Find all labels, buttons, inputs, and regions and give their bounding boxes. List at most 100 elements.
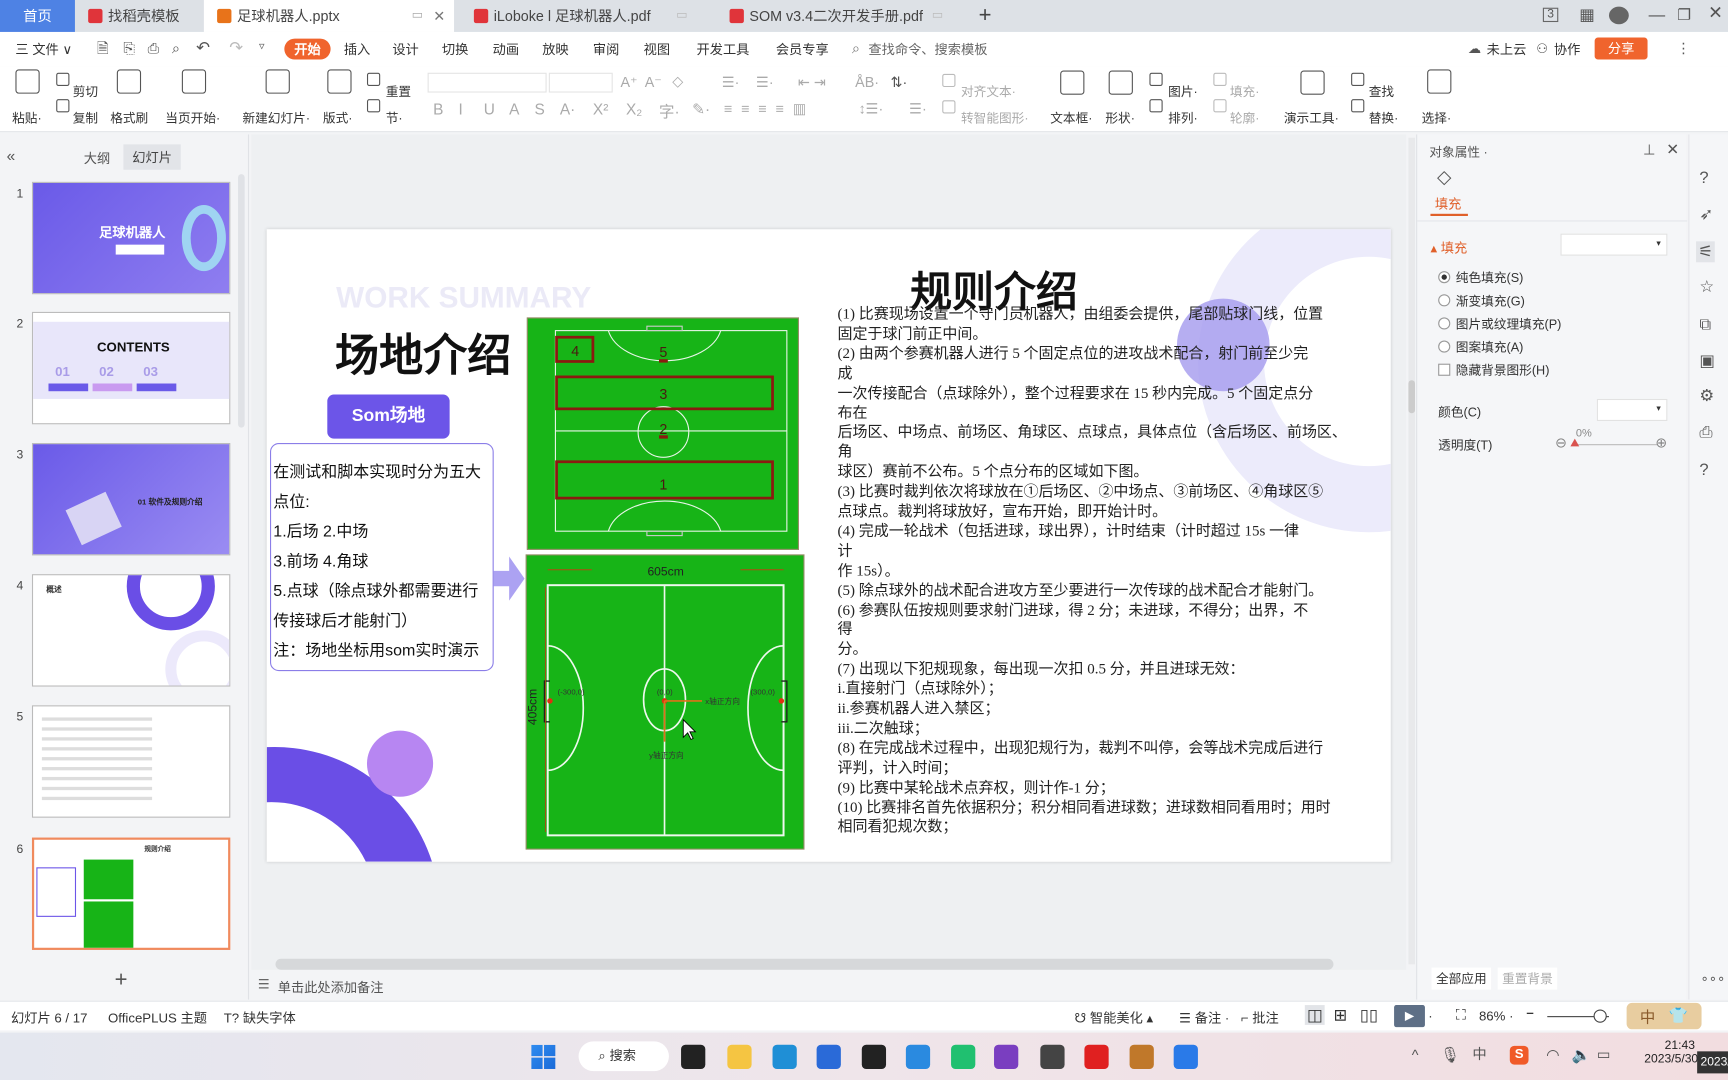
- more-icon[interactable]: ⋮: [1676, 41, 1690, 55]
- grid-icon[interactable]: ▦: [1579, 7, 1595, 24]
- pin-tab-icon[interactable]: ▭: [932, 0, 943, 32]
- help-icon[interactable]: ?: [1699, 170, 1708, 187]
- font-shrink-icon[interactable]: A⁻: [645, 75, 662, 89]
- font-size-select[interactable]: [548, 72, 613, 93]
- window-tab[interactable]: 首页: [0, 0, 75, 32]
- wifi-icon[interactable]: ◠: [1546, 1047, 1559, 1062]
- window-tab[interactable]: iLoboke l 足球机器人.pdf ▭: [461, 0, 717, 32]
- normal-view-icon[interactable]: ◫: [1304, 1005, 1325, 1025]
- store-icon[interactable]: [816, 1044, 841, 1069]
- undo-icon[interactable]: ↶: [196, 40, 210, 57]
- ribbon-button[interactable]: 图片·: [1168, 83, 1198, 101]
- align-icons[interactable]: ≡≡≡≡▥: [724, 101, 815, 115]
- bullets-icon[interactable]: ☰·: [722, 75, 740, 89]
- sublime-icon[interactable]: [1040, 1044, 1065, 1069]
- ribbon-button[interactable]: 转智能图形·: [961, 109, 1029, 127]
- zones-textbox[interactable]: 在测试和脚本实现时分为五大 点位: 1.后场 2.中场 3.前场 4.角球 5.点球（除…: [269, 443, 494, 672]
- apply-all-button[interactable]: 全部应用: [1431, 967, 1492, 990]
- menu-tab[interactable]: 视图: [644, 40, 670, 59]
- ribbon-button[interactable]: 选择·: [1422, 109, 1452, 127]
- properties-icon[interactable]: ⚟: [1696, 241, 1716, 263]
- volume-icon[interactable]: 🔈: [1572, 1047, 1591, 1062]
- horizontal-scrollbar[interactable]: [275, 958, 1334, 970]
- start-button[interactable]: [531, 1044, 556, 1069]
- more-options-icon[interactable]: ∘∘∘: [1700, 972, 1725, 985]
- rocket-icon[interactable]: ➶: [1699, 206, 1713, 223]
- customize-icon[interactable]: ▿: [259, 41, 265, 53]
- line-spacing-icon[interactable]: ↕☰·: [858, 101, 883, 115]
- zoom-out-button[interactable]: –: [1526, 1005, 1533, 1020]
- sogou-icon[interactable]: S: [1509, 1045, 1529, 1065]
- transparency-slider-thumb[interactable]: [1570, 438, 1580, 447]
- reading-view-icon[interactable]: ▯▯: [1360, 1005, 1378, 1025]
- microphone-icon[interactable]: 🎙: [1440, 1047, 1460, 1062]
- slide-thumbnail[interactable]: [31, 705, 231, 818]
- fill-preset-dropdown[interactable]: ▾: [1560, 233, 1668, 256]
- window-tab[interactable]: 足球机器人.pptx ▭ ✕: [203, 0, 455, 32]
- app-m-icon[interactable]: [1173, 1044, 1198, 1069]
- close-window-icon[interactable]: ✕: [1708, 5, 1723, 24]
- reset-background-button[interactable]: 重置背景: [1497, 967, 1558, 990]
- font-format-button[interactable]: I: [458, 100, 462, 118]
- numbering-icon[interactable]: ☰·: [756, 75, 774, 89]
- ribbon-button[interactable]: 查找: [1369, 83, 1394, 101]
- tab-fill[interactable]: 填充: [1435, 194, 1461, 213]
- thumbnail-scrollbar[interactable]: [238, 174, 245, 428]
- notes-toggle[interactable]: ☰ 备注 ·: [1179, 1008, 1229, 1027]
- properties-header[interactable]: 对象属性 ·: [1429, 143, 1487, 161]
- menu-tab[interactable]: 插入: [344, 40, 370, 59]
- avatar[interactable]: [1608, 6, 1629, 25]
- transition-icon[interactable]: ⧉: [1699, 316, 1711, 333]
- menu-tab[interactable]: 放映: [542, 40, 568, 59]
- ribbon-button[interactable]: 重置: [386, 83, 411, 101]
- star-icon[interactable]: ☆: [1699, 279, 1714, 296]
- preview-icon[interactable]: ⌕: [172, 41, 180, 55]
- slide-thumbnail[interactable]: CONTENTS 01 02 03: [31, 311, 231, 425]
- ribbon-button[interactable]: 填充·: [1230, 83, 1260, 101]
- som-field-button[interactable]: Som场地: [327, 394, 450, 439]
- ribbon-button[interactable]: 演示工具·: [1284, 109, 1339, 127]
- fill-option-radio[interactable]: 图案填充(A): [1438, 338, 1523, 356]
- visual-studio-icon[interactable]: [994, 1044, 1019, 1069]
- lightbulb-icon[interactable]: ⚙: [1699, 388, 1714, 405]
- slide[interactable]: WORK SUMMARY 场地介绍 Som场地 在测试和脚本实现时分为五大 点位:…: [266, 229, 1391, 862]
- zoom-slider-thumb[interactable]: [1593, 1009, 1607, 1023]
- ribbon-button[interactable]: 轮廓·: [1230, 109, 1260, 127]
- fill-option-radio[interactable]: 图片或纹理填充(P): [1438, 315, 1561, 333]
- sort-icon[interactable]: ⇅·: [890, 75, 907, 89]
- transparency-slider[interactable]: [1574, 444, 1658, 446]
- pin-tab-icon[interactable]: ▭: [412, 0, 423, 32]
- beautify-button[interactable]: ☋ 智能美化 ▴: [1074, 1008, 1153, 1027]
- ribbon-button[interactable]: 剪切: [73, 83, 98, 101]
- file-explorer-icon[interactable]: [727, 1044, 752, 1069]
- close-panel-icon[interactable]: ✕: [1666, 141, 1679, 156]
- battery-icon[interactable]: ▭: [1597, 1047, 1611, 1061]
- increase-transparency-button[interactable]: ⊕: [1655, 435, 1667, 449]
- ribbon-button[interactable]: 对齐文本·: [961, 83, 1016, 101]
- play-slideshow-button[interactable]: ▶: [1394, 1005, 1425, 1028]
- ribbon-button[interactable]: 节·: [386, 109, 403, 127]
- tray-overflow-icon[interactable]: ^: [1412, 1048, 1419, 1062]
- font-format-button[interactable]: X₂: [626, 100, 642, 118]
- menu-tab[interactable]: 开发工具: [696, 40, 749, 59]
- ribbon-button[interactable]: 排列·: [1168, 109, 1198, 127]
- file-menu[interactable]: 三 文件 ∨: [15, 40, 72, 59]
- collab-button[interactable]: 协作: [1554, 40, 1580, 59]
- fit-window-icon[interactable]: ⛶: [1456, 1006, 1466, 1024]
- slide-sorter-icon[interactable]: ⊞: [1333, 1005, 1347, 1025]
- ribbon-button[interactable]: 格式刷: [110, 109, 148, 127]
- slide-thumbnail[interactable]: 01 软件及规则介绍: [31, 443, 231, 556]
- window-tab[interactable]: 找稻壳模板: [75, 0, 204, 32]
- font-format-button[interactable]: B: [433, 100, 443, 118]
- theme-name[interactable]: OfficePLUS 主题: [108, 1008, 207, 1027]
- slide-thumbnail[interactable]: 规则介绍: [31, 837, 231, 950]
- font-format-button[interactable]: X²: [593, 100, 608, 118]
- app-y-icon[interactable]: [861, 1044, 887, 1069]
- menu-tab[interactable]: 开始: [284, 38, 331, 60]
- ribbon-button[interactable]: 替换·: [1369, 109, 1399, 127]
- task-view-icon[interactable]: [681, 1044, 706, 1069]
- new-tab-button[interactable]: +: [979, 3, 992, 28]
- play-options-icon[interactable]: ·: [1428, 1008, 1432, 1023]
- taskbar-search[interactable]: ⌕ 搜索: [578, 1041, 669, 1072]
- command-search[interactable]: 查找命令、搜索模板: [868, 40, 987, 59]
